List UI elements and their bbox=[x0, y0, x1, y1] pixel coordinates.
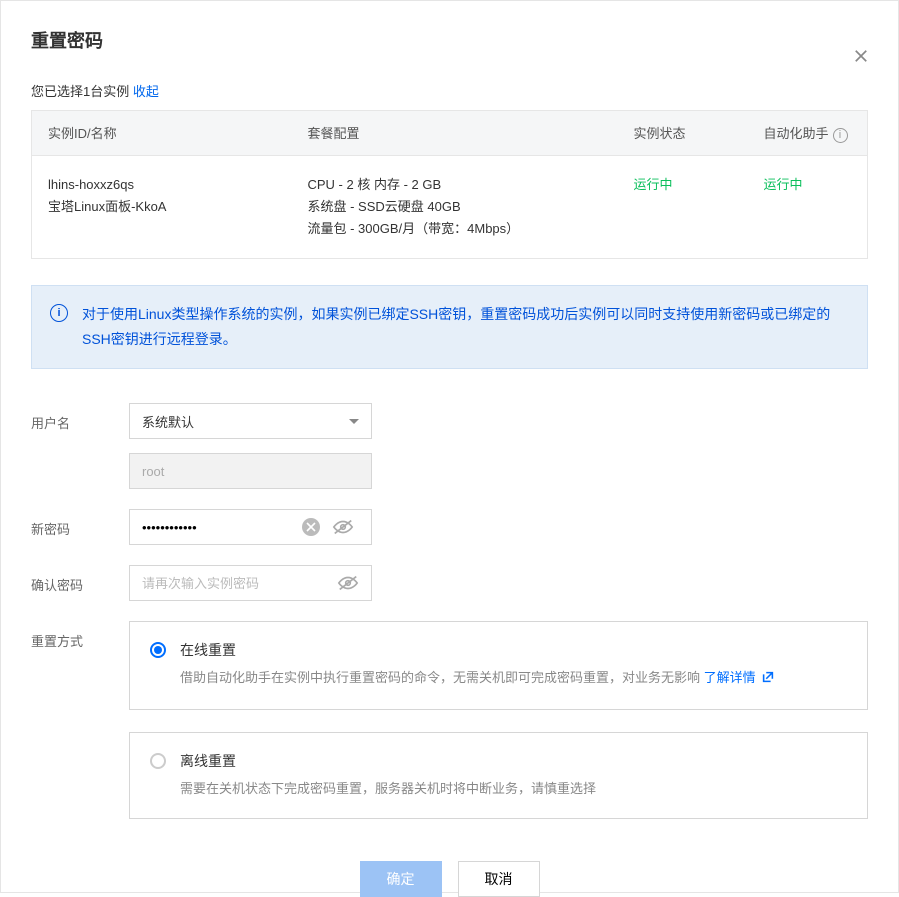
username-select[interactable]: 系统默认 bbox=[129, 403, 372, 439]
clear-icon[interactable] bbox=[302, 518, 320, 536]
table-row: lhins-hoxxz6qs 宝塔Linux面板-KkoA CPU - 2 核 … bbox=[32, 155, 868, 258]
label-password: 新密码 bbox=[31, 509, 129, 538]
auto-status: 运行中 bbox=[748, 155, 868, 258]
learn-more-link[interactable]: 了解详情 bbox=[704, 670, 776, 685]
label-mode: 重置方式 bbox=[31, 621, 129, 650]
confirm-input-wrap bbox=[129, 565, 372, 601]
info-banner: i 对于使用Linux类型操作系统的实例，如果实例已绑定SSH密钥，重置密码成功… bbox=[31, 285, 868, 369]
info-icon: i bbox=[50, 304, 68, 322]
status-badge: 运行中 bbox=[618, 155, 748, 258]
external-link-icon bbox=[761, 670, 775, 691]
option-offline[interactable]: 离线重置 需要在关机状态下完成密码重置，服务器关机时将中断业务，请慎重选择 bbox=[129, 732, 868, 819]
chevron-down-icon bbox=[349, 419, 359, 424]
confirm-input[interactable] bbox=[142, 576, 302, 591]
label-username: 用户名 bbox=[31, 403, 129, 432]
th-auto: 自动化助手i bbox=[748, 111, 868, 156]
username-readonly: root bbox=[129, 453, 372, 489]
instance-name: 宝塔Linux面板-KkoA bbox=[48, 196, 276, 218]
eye-off-icon[interactable] bbox=[332, 518, 354, 536]
th-pkg: 套餐配置 bbox=[292, 111, 618, 156]
option-online[interactable]: 在线重置 借助自动化助手在实例中执行重置密码的命令，无需关机即可完成密码重置，对… bbox=[129, 621, 868, 710]
info-icon[interactable]: i bbox=[833, 128, 848, 143]
reset-password-dialog: 重置密码 您已选择1台实例 收起 实例ID/名称 套餐配置 实例状态 自动化助手… bbox=[0, 0, 899, 893]
radio-offline[interactable] bbox=[150, 753, 166, 769]
password-input-wrap bbox=[129, 509, 372, 545]
password-input[interactable] bbox=[142, 520, 302, 535]
selection-summary: 您已选择1台实例 收起 bbox=[31, 81, 868, 100]
label-confirm: 确认密码 bbox=[31, 565, 129, 594]
eye-off-icon[interactable] bbox=[337, 574, 359, 592]
close-icon[interactable] bbox=[852, 47, 870, 68]
dialog-title: 重置密码 bbox=[31, 27, 868, 53]
instance-id: lhins-hoxxz6qs bbox=[48, 174, 276, 196]
collapse-link[interactable]: 收起 bbox=[133, 84, 159, 99]
instance-table: 实例ID/名称 套餐配置 实例状态 自动化助手i lhins-hoxxz6qs … bbox=[31, 110, 868, 259]
ok-button[interactable]: 确定 bbox=[360, 861, 442, 897]
cancel-button[interactable]: 取消 bbox=[458, 861, 540, 897]
th-status: 实例状态 bbox=[618, 111, 748, 156]
th-id: 实例ID/名称 bbox=[32, 111, 292, 156]
dialog-footer: 确定 取消 bbox=[31, 861, 868, 897]
radio-online[interactable] bbox=[150, 642, 166, 658]
